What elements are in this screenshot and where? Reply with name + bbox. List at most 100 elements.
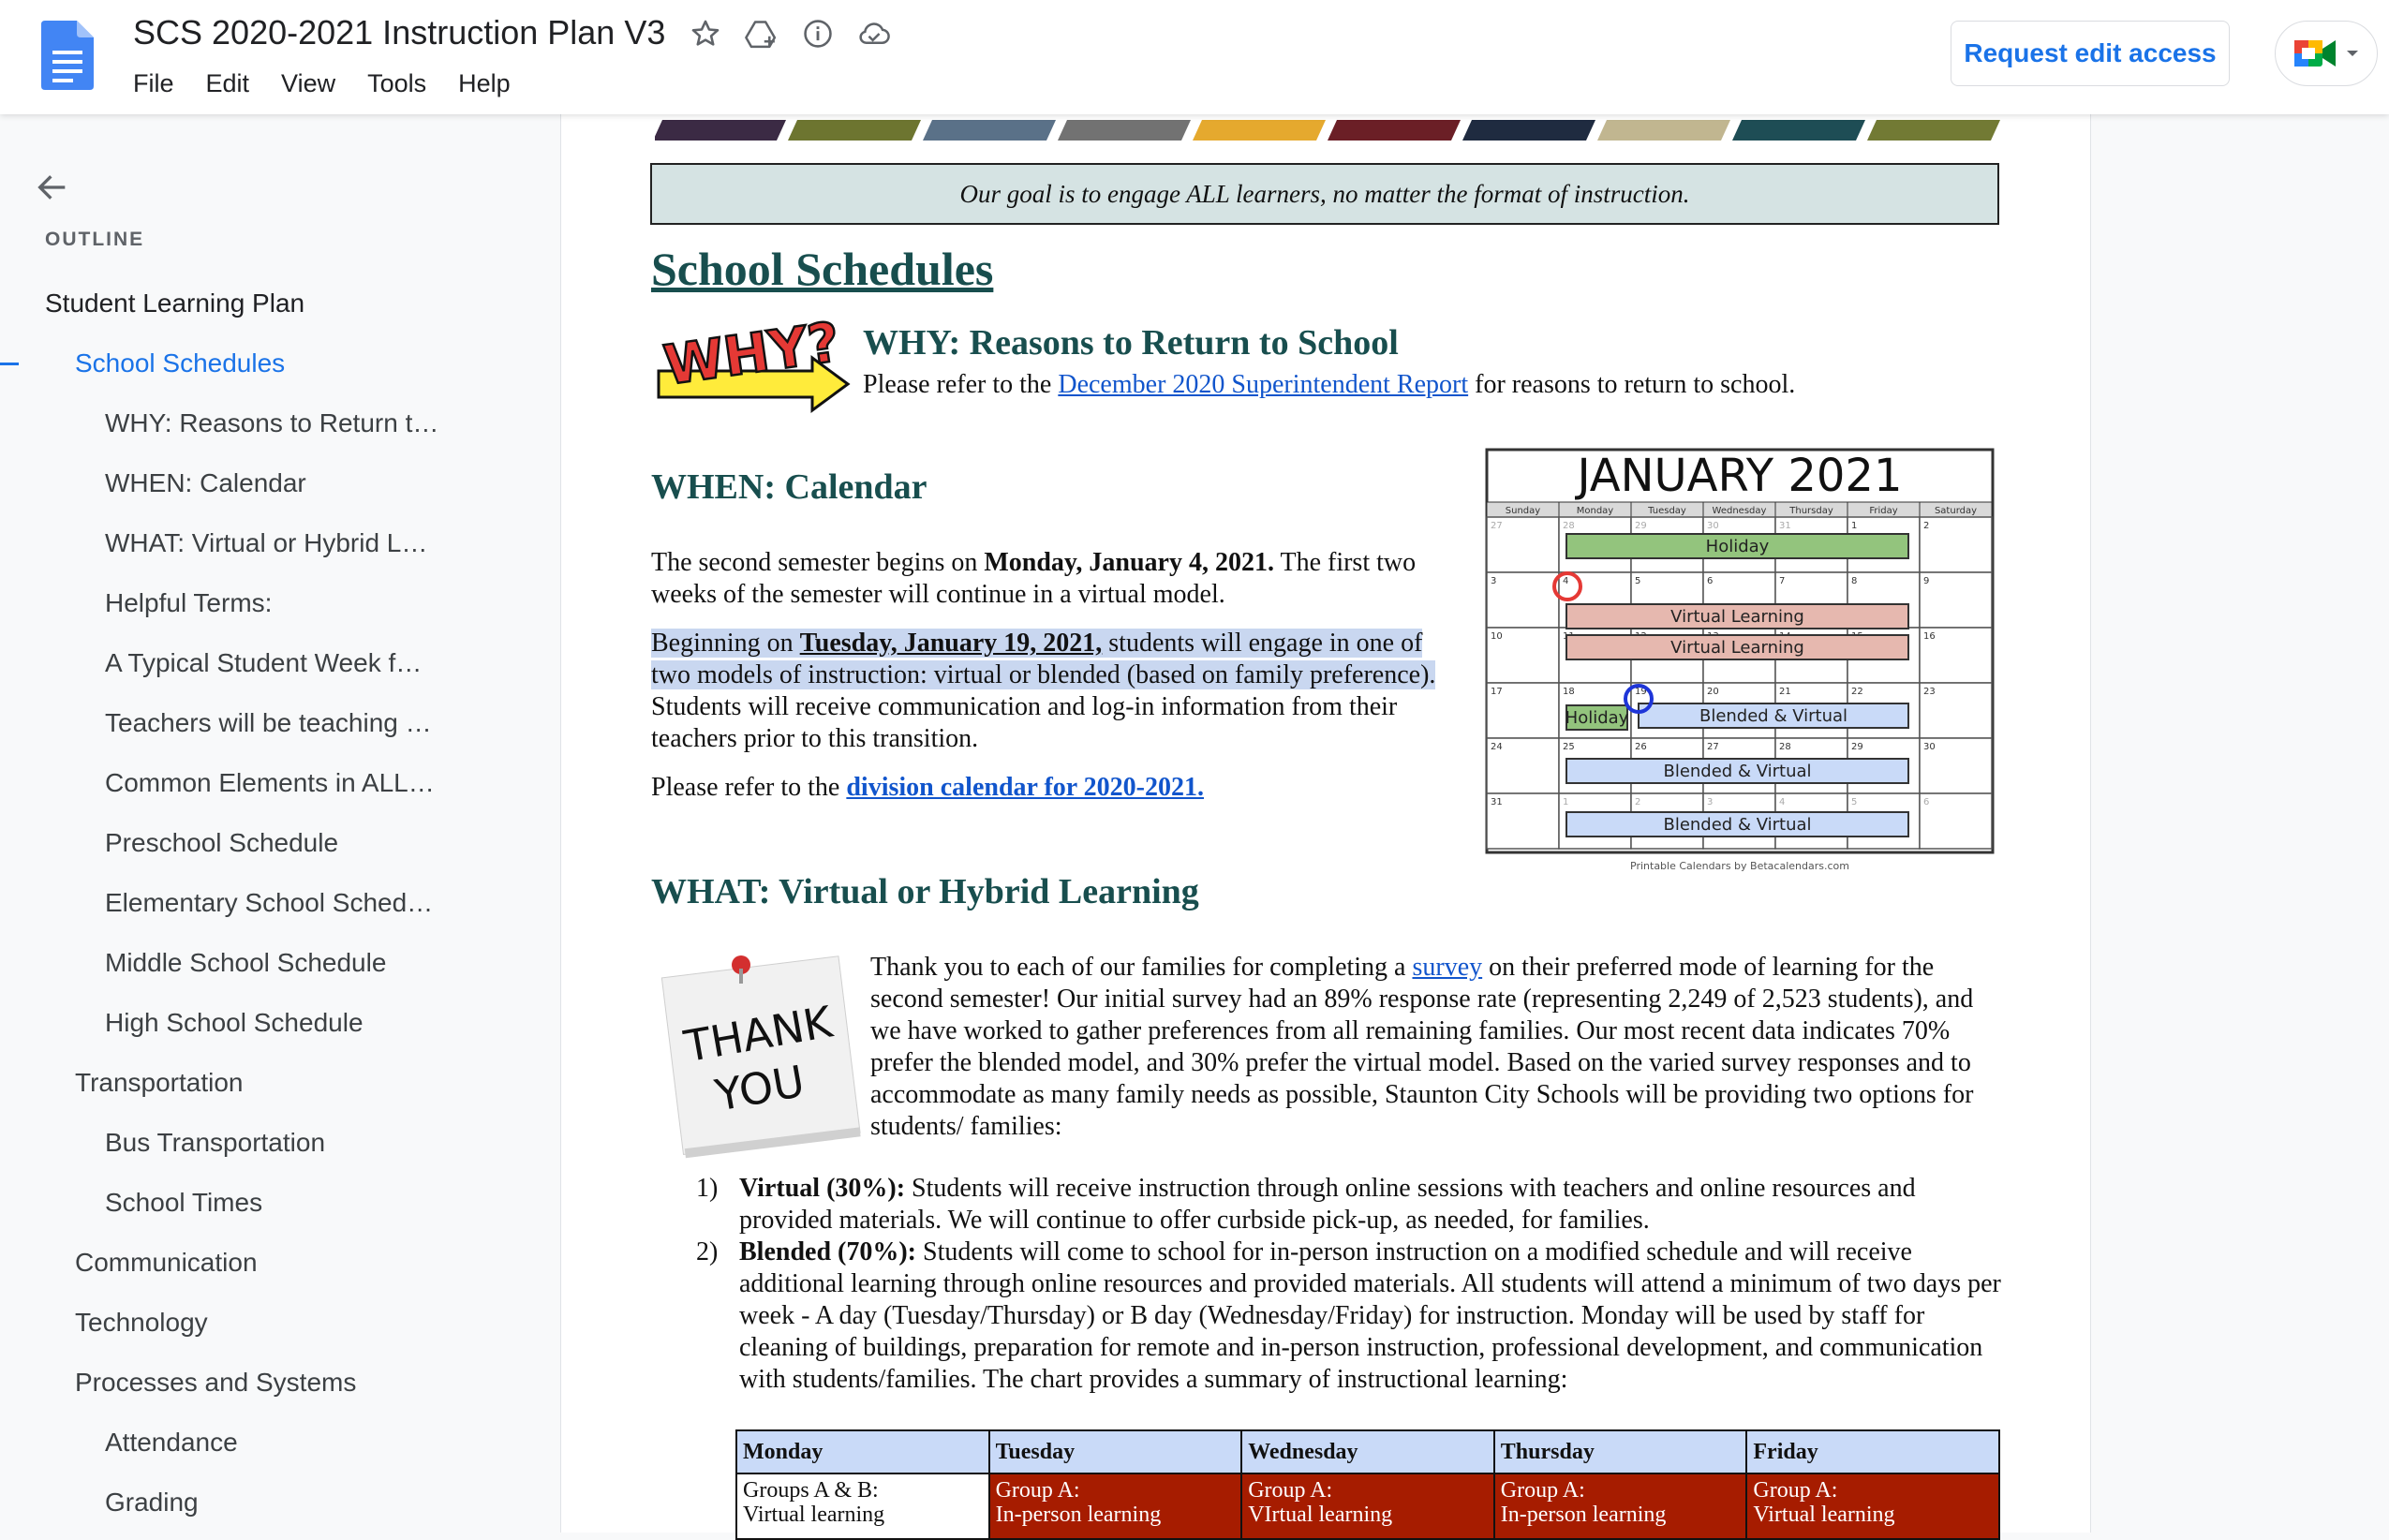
move-to-drive-icon[interactable]: [744, 16, 779, 52]
cell-mode: Virtual learning: [743, 1503, 885, 1527]
stripe-segment: [788, 120, 921, 141]
outline-item[interactable]: Processes and Systems: [0, 1353, 558, 1413]
why-arrow-graphic: WHY?: [657, 311, 851, 413]
list-item-bold: Virtual (30%):: [739, 1174, 906, 1203]
calendar-date: 4: [1563, 576, 1568, 586]
why-text-post: for reasons to return to school.: [1468, 370, 1796, 399]
outline-item[interactable]: Elementary School Sched…: [0, 873, 558, 933]
menu-file[interactable]: File: [133, 66, 187, 102]
outline-item[interactable]: Transportation: [0, 1053, 558, 1113]
stripe-segment: [1193, 120, 1326, 141]
outline-item[interactable]: Common Elements in ALL…: [0, 753, 558, 813]
calendar-date: 22: [1851, 687, 1863, 697]
stripe-segment: [1462, 120, 1595, 141]
cloud-status-icon[interactable]: [856, 16, 892, 52]
outline-item[interactable]: Teachers will be teaching …: [0, 693, 558, 753]
superintendent-report-link[interactable]: December 2020 Superintendent Report: [1058, 370, 1468, 399]
calendar-day-header: Friday: [1869, 506, 1897, 516]
cell-mode: In-person learning: [1500, 1503, 1667, 1527]
when-p2-pre: Beginning on: [651, 629, 800, 658]
calendar-date: 10: [1491, 631, 1503, 642]
table-cell: Groups A & B: Virtual learning: [735, 1473, 990, 1540]
table-header: Tuesday: [987, 1429, 1243, 1474]
calendar-event-label: Holiday: [1565, 708, 1629, 728]
active-indicator: [0, 363, 19, 365]
when-paragraph-2: Beginning on Tuesday, January 19, 2021, …: [651, 628, 1466, 755]
outline-item[interactable]: Communication: [0, 1233, 558, 1293]
calendar-day-header: Saturday: [1935, 506, 1977, 516]
cell-mode: In-person learning: [995, 1503, 1162, 1527]
calendar-date: 31: [1491, 797, 1503, 807]
outline-item[interactable]: Middle School Schedule: [0, 933, 558, 993]
outline-item[interactable]: Student Learning Plan: [0, 274, 558, 333]
calendar-date: 6: [1923, 797, 1929, 807]
calendar-date: 2: [1923, 521, 1929, 531]
outline-item-active[interactable]: School Schedules: [0, 333, 558, 393]
outline-heading: OUTLINE: [45, 229, 145, 250]
outline-item[interactable]: School Times: [0, 1173, 558, 1233]
what-intro-pre: Thank you to each of our families for co…: [870, 953, 1413, 982]
january-2021-calendar: JANUARY 2021 Sunday Monday Tuesday Wednesda…: [1485, 448, 1995, 872]
stripe-segment: [1732, 120, 1865, 141]
when-p3-pre: Please refer to the: [651, 773, 847, 802]
calendar-date: 16: [1923, 631, 1936, 642]
list-item-text: Virtual (30%): Students will receive ins…: [739, 1173, 2004, 1236]
outline-item[interactable]: Technology: [0, 1293, 558, 1353]
calendar-date: 24: [1491, 742, 1503, 752]
request-edit-access-button[interactable]: Request edit access: [1951, 21, 2230, 86]
stripe-segment: [1597, 120, 1730, 141]
outline-item[interactable]: Attendance: [0, 1413, 558, 1473]
outline-item[interactable]: WHY: Reasons to Return t…: [0, 393, 558, 453]
google-docs-icon[interactable]: [41, 21, 94, 90]
outline-item[interactable]: WHAT: Virtual or Hybrid L…: [0, 513, 558, 573]
calendar-title: JANUARY 2021: [1574, 450, 1902, 502]
outline-item[interactable]: Helpful Terms:: [0, 573, 558, 633]
back-arrow-icon[interactable]: [34, 169, 71, 206]
outline-item[interactable]: Preschool Schedule: [0, 813, 558, 873]
star-icon[interactable]: [688, 16, 723, 52]
calendar-date: 3: [1707, 797, 1713, 807]
division-calendar-link[interactable]: division calendar for 2020-2021.: [846, 773, 1204, 802]
menu-edit[interactable]: Edit: [193, 66, 263, 102]
when-p1-pre: The second semester begins on: [651, 548, 985, 577]
thank-you-note-graphic: THANK YOU: [660, 955, 861, 1159]
calendar-date: 30: [1923, 742, 1936, 752]
menu-view[interactable]: View: [268, 66, 349, 102]
list-number: 1): [696, 1174, 719, 1203]
decorative-stripes: [655, 120, 2000, 141]
calendar-date: 6: [1707, 576, 1713, 586]
calendar-event-label: Virtual Learning: [1670, 607, 1804, 627]
document-title[interactable]: SCS 2020-2021 Instruction Plan V3: [133, 13, 665, 52]
stripe-segment: [1058, 120, 1191, 141]
calendar-cell: [1919, 516, 1993, 573]
calendar-date: 17: [1491, 687, 1503, 697]
when-p2-date: Tuesday, January 19, 2021,: [799, 629, 1103, 658]
calendar-date: 18: [1563, 687, 1575, 697]
cell-group: Groups A & B:: [743, 1478, 879, 1503]
outline-item[interactable]: WHEN: Calendar: [0, 453, 558, 513]
cell-group: Group A:: [1753, 1478, 1838, 1503]
calendar-date: 21: [1779, 687, 1791, 697]
table-cell: Group A: In-person learning: [987, 1473, 1243, 1540]
outline-item[interactable]: Grading: [0, 1473, 558, 1533]
calendar-event-label: Blended & Virtual: [1663, 762, 1811, 781]
table-header-row: Monday Tuesday Wednesday Thursday Friday: [735, 1429, 2000, 1474]
calendar-day-header: Wednesday: [1713, 506, 1767, 516]
menu-help[interactable]: Help: [445, 66, 524, 102]
survey-link[interactable]: survey: [1412, 953, 1482, 982]
calendar-date: 23: [1923, 687, 1936, 697]
calendar-date: 4: [1779, 797, 1785, 807]
calendar-day-header: Monday: [1577, 506, 1614, 516]
outline-item[interactable]: A Typical Student Week f…: [0, 633, 558, 693]
cell-group: Group A:: [1248, 1478, 1333, 1503]
outline-item[interactable]: Bus Transportation: [0, 1113, 558, 1173]
calendar-date: 3: [1491, 576, 1496, 586]
info-icon[interactable]: [800, 16, 836, 52]
outline-item[interactable]: High School Schedule: [0, 993, 558, 1053]
menu-tools[interactable]: Tools: [354, 66, 439, 102]
app-header: SCS 2020-2021 Instruction Plan V3 File E…: [0, 0, 2389, 114]
document-page[interactable]: Our goal is to engage ALL learners, no m…: [560, 114, 2091, 1540]
calendar-date: 20: [1707, 687, 1719, 697]
meet-button[interactable]: [2275, 21, 2378, 86]
page-title: School Schedules: [651, 243, 994, 295]
